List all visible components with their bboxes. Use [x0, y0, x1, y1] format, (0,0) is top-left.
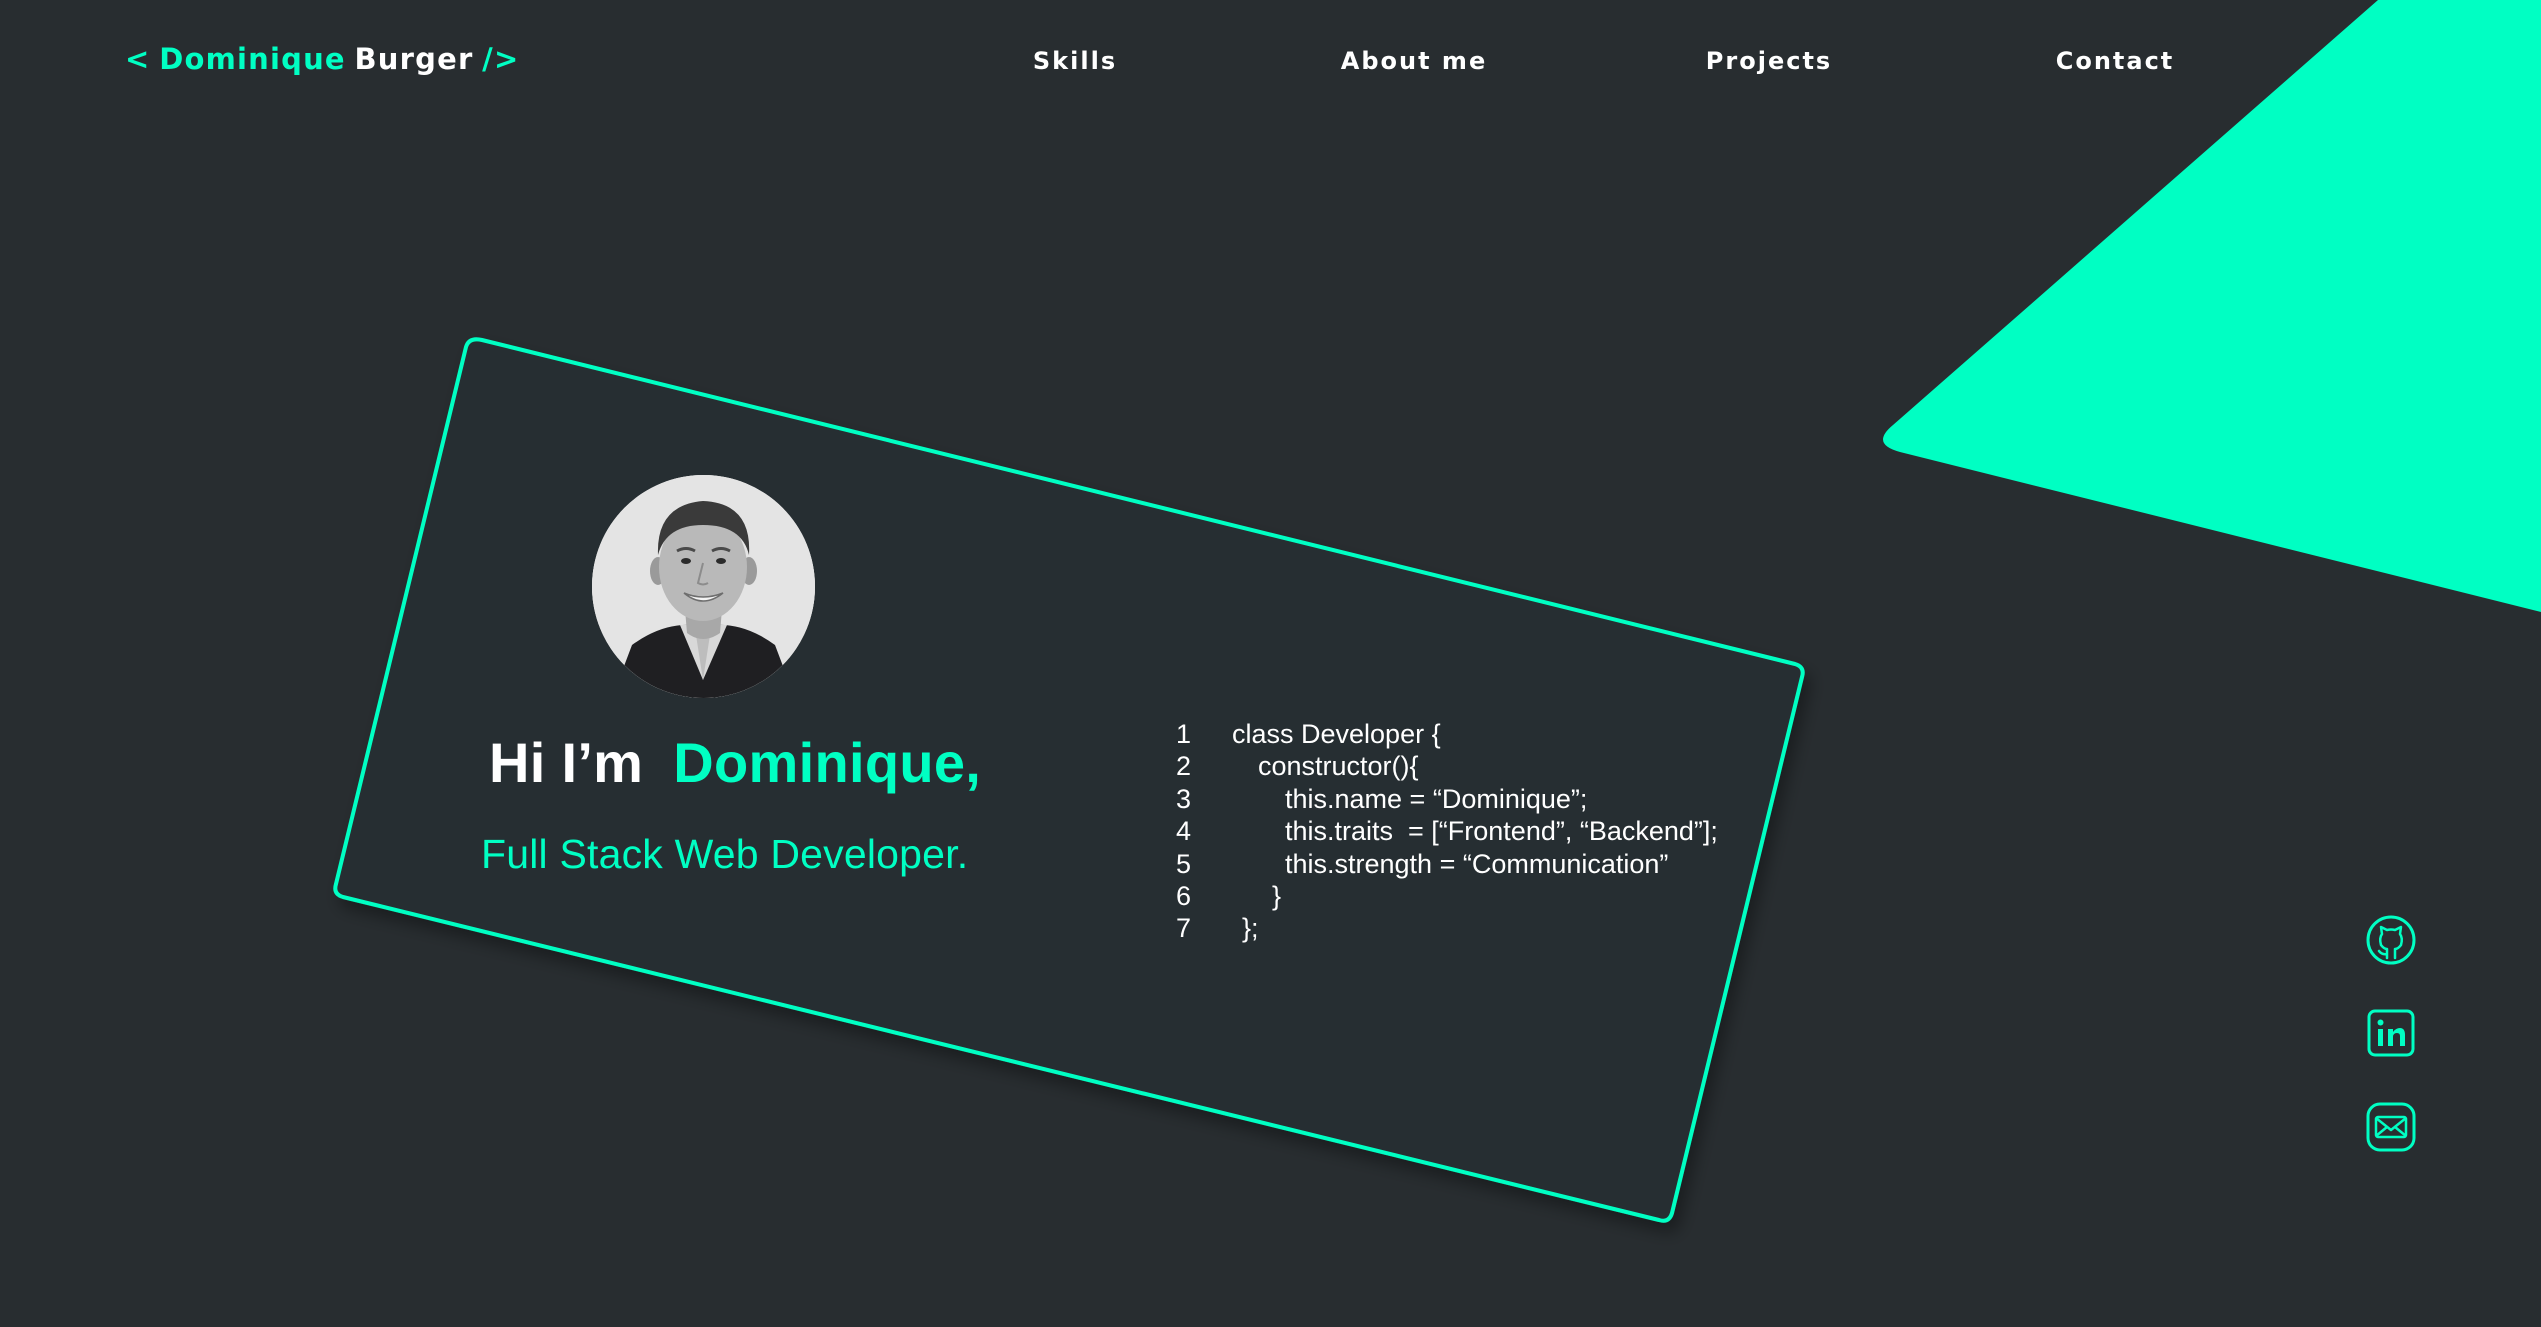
line-number: 1 — [1176, 719, 1192, 749]
code-text: }; — [1242, 913, 1259, 944]
linkedin-icon — [2367, 1009, 2415, 1057]
code-line: 7 }; — [1172, 912, 1259, 944]
line-number: 7 — [1176, 913, 1192, 944]
line-number: 3 — [1176, 783, 1192, 814]
code-text: this.traits = [“Frontend”, “Backend”]; — [1285, 816, 1718, 847]
github-icon — [2366, 915, 2416, 965]
site-header: < Dominique Burger/> Skills About me Proje… — [0, 0, 2541, 130]
code-line: 4 this.traits = [“Frontend”, “Backend”]; — [1172, 815, 1718, 847]
mail-link[interactable] — [2365, 1101, 2417, 1153]
github-link[interactable] — [2365, 914, 2417, 966]
nav-contact[interactable]: Contact — [2056, 47, 2175, 75]
logo-first-name: Dominique — [159, 42, 346, 76]
logo-close-tag: /> — [482, 42, 520, 76]
code-text: constructor(){ — [1258, 751, 1419, 782]
code-text: this.name = “Dominique”; — [1285, 783, 1588, 814]
mail-icon — [2366, 1102, 2416, 1152]
logo-open-bracket: < — [125, 42, 151, 76]
code-text: } — [1272, 880, 1282, 911]
code-snippet: 1 class Developer { 2 constructor(){ 3 t… — [1172, 718, 1718, 945]
line-number: 2 — [1176, 751, 1192, 782]
code-line: 2 constructor(){ — [1172, 750, 1419, 782]
nav-skills[interactable]: Skills — [1033, 47, 1117, 75]
code-line: 6 } — [1172, 880, 1281, 912]
greeting-text: Hi I’m — [489, 731, 644, 794]
nav-about-me[interactable]: About me — [1341, 47, 1487, 75]
line-number: 6 — [1176, 880, 1192, 911]
code-text: this.strength = “Communication” — [1285, 848, 1669, 879]
line-number: 5 — [1176, 848, 1192, 879]
code-line: 5 this.strength = “Communication” — [1172, 848, 1668, 880]
code-line: 1 class Developer { — [1172, 718, 1441, 750]
logo-last-name: Burger — [354, 42, 474, 76]
greeting-name: Dominique, — [673, 731, 982, 794]
line-number: 4 — [1176, 816, 1192, 847]
hero-greeting: Hi I’m Dominique, — [489, 730, 981, 795]
nav-projects[interactable]: Projects — [1706, 47, 1832, 75]
profile-photo — [592, 475, 815, 698]
code-text: class Developer { — [1232, 719, 1441, 749]
code-line: 3 this.name = “Dominique”; — [1172, 783, 1587, 815]
logo[interactable]: < Dominique Burger/> — [125, 42, 519, 76]
linkedin-link[interactable] — [2365, 1007, 2417, 1059]
decorative-triangle — [1883, 0, 2541, 612]
hero-card-frame — [333, 337, 1805, 1223]
hero-role: Full Stack Web Developer. — [481, 831, 969, 877]
